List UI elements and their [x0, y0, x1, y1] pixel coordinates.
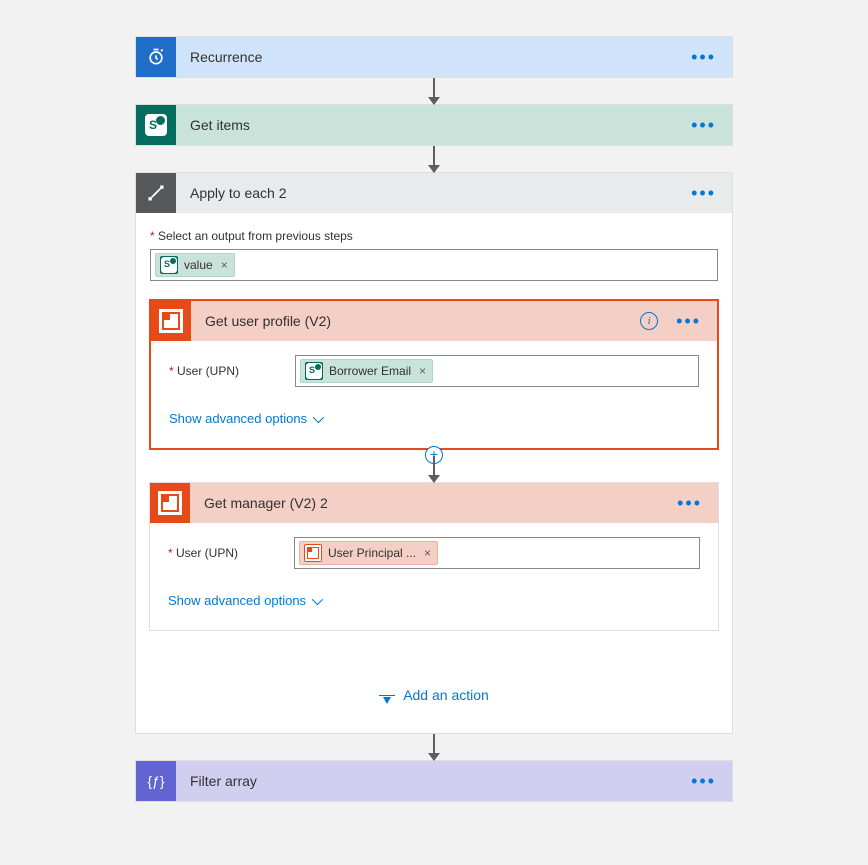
step-recurrence[interactable]: Recurrence ••• [135, 36, 733, 78]
step-title: Get manager (V2) 2 [190, 495, 673, 511]
step-title: Get items [176, 117, 687, 133]
sharepoint-icon [136, 105, 176, 145]
user-upn-input[interactable]: User Principal ... × [294, 537, 700, 569]
token-remove-button[interactable]: × [422, 546, 433, 560]
connector-arrow [433, 146, 435, 172]
recurrence-icon [136, 37, 176, 77]
info-icon[interactable]: i [640, 312, 658, 330]
add-action-label: Add an action [403, 687, 489, 703]
token-value[interactable]: value × [155, 253, 235, 277]
step-filter-array[interactable]: {ƒ} Filter array ••• [135, 760, 733, 802]
step-get-items[interactable]: Get items ••• [135, 104, 733, 146]
insert-icon [379, 695, 395, 696]
step-get-manager[interactable]: Get manager (V2) 2 ••• * User (UPN) User… [149, 482, 719, 631]
office-icon [304, 544, 322, 562]
step-menu-button[interactable]: ••• [672, 311, 705, 332]
token-borrower-email[interactable]: Borrower Email × [300, 359, 433, 383]
step-apply-to-each[interactable]: Apply to each 2 ••• [135, 172, 733, 213]
step-menu-button[interactable]: ••• [687, 47, 720, 68]
token-remove-button[interactable]: × [417, 364, 428, 378]
token-user-principal[interactable]: User Principal ... × [299, 541, 438, 565]
office-icon [150, 483, 190, 523]
chevron-down-icon [312, 593, 323, 604]
param-label: * User (UPN) [168, 546, 294, 560]
step-title: Filter array [176, 773, 687, 789]
connector-arrow [433, 734, 435, 760]
select-output-input[interactable]: value × [150, 249, 718, 281]
chevron-down-icon [313, 411, 324, 422]
token-label: value [184, 258, 213, 272]
param-label: * User (UPN) [169, 364, 295, 378]
token-label: User Principal ... [328, 546, 416, 560]
function-icon: {ƒ} [136, 761, 176, 801]
step-menu-button[interactable]: ••• [673, 493, 706, 514]
office-icon [151, 301, 191, 341]
connector-arrow [433, 78, 435, 104]
show-advanced-link[interactable]: Show advanced options [168, 593, 320, 608]
select-output-label: * Select an output from previous steps [150, 229, 718, 243]
apply-to-each-body: * Select an output from previous steps v… [135, 213, 733, 734]
sharepoint-icon [160, 256, 178, 274]
token-remove-button[interactable]: × [219, 258, 230, 272]
user-upn-input[interactable]: Borrower Email × [295, 355, 699, 387]
connector-arrow: + [433, 456, 435, 482]
token-label: Borrower Email [329, 364, 411, 378]
step-menu-button[interactable]: ••• [687, 771, 720, 792]
step-title: Apply to each 2 [176, 185, 687, 201]
loop-icon [136, 173, 176, 213]
step-menu-button[interactable]: ••• [687, 183, 720, 204]
step-get-user-profile[interactable]: Get user profile (V2) i ••• * User (UPN)… [149, 299, 719, 450]
step-menu-button[interactable]: ••• [687, 115, 720, 136]
step-title: Get user profile (V2) [191, 313, 640, 329]
add-action-button[interactable]: Add an action [150, 631, 718, 733]
step-title: Recurrence [176, 49, 687, 65]
sharepoint-icon [305, 362, 323, 380]
show-advanced-link[interactable]: Show advanced options [169, 411, 321, 426]
